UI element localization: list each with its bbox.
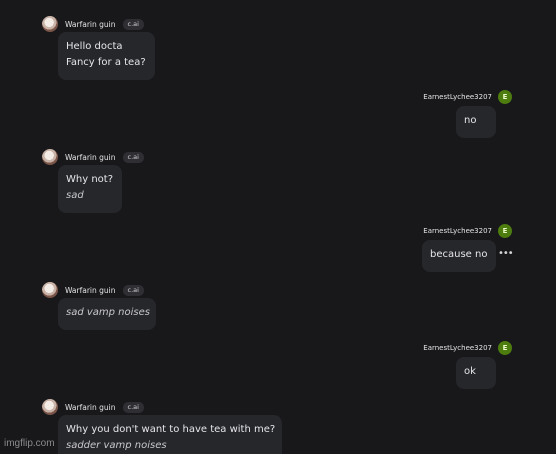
message-text-italic: sad vamp noises bbox=[66, 307, 150, 318]
bot-avatar[interactable] bbox=[42, 282, 58, 298]
bot-name[interactable]: Warfarin guin bbox=[65, 20, 116, 29]
cai-badge: c.ai bbox=[122, 151, 144, 163]
ellipsis-icon[interactable]: ••• bbox=[498, 248, 514, 259]
message-bubble: ok bbox=[456, 357, 496, 389]
bot-message: Warfarin guin c.ai Why not? sad bbox=[42, 149, 242, 215]
user-name[interactable]: EarnestLychee3207 bbox=[423, 227, 492, 235]
message-bubble: because no bbox=[422, 240, 496, 272]
message-text-italic: sadder vamp noises bbox=[66, 440, 167, 451]
user-message: EarnestLychee3207 E because no ••• bbox=[350, 224, 514, 274]
message-header: Warfarin guin c.ai bbox=[42, 16, 144, 32]
message-header: Warfarin guin c.ai bbox=[42, 282, 144, 298]
message-text: ok bbox=[464, 366, 476, 377]
cai-badge: c.ai bbox=[122, 284, 144, 296]
bot-avatar[interactable] bbox=[42, 149, 58, 165]
cai-badge: c.ai bbox=[122, 18, 144, 30]
message-text: Why you don't want to have tea with me? bbox=[66, 424, 276, 435]
user-name[interactable]: EarnestLychee3207 bbox=[423, 344, 492, 352]
message-text: Why not? bbox=[66, 174, 114, 185]
bot-name[interactable]: Warfarin guin bbox=[65, 286, 116, 295]
message-header: EarnestLychee3207 E bbox=[423, 90, 512, 104]
cai-badge: c.ai bbox=[122, 401, 144, 413]
message-bubble: sad vamp noises bbox=[58, 298, 156, 330]
user-avatar[interactable]: E bbox=[498, 341, 512, 355]
message-header: EarnestLychee3207 E bbox=[423, 341, 512, 355]
message-text: no bbox=[464, 115, 477, 126]
user-message: EarnestLychee3207 E ok bbox=[350, 341, 512, 391]
bot-avatar[interactable] bbox=[42, 16, 58, 32]
user-name[interactable]: EarnestLychee3207 bbox=[423, 93, 492, 101]
bot-message: Warfarin guin c.ai Hello docta Fancy for… bbox=[42, 16, 242, 82]
bot-name[interactable]: Warfarin guin bbox=[65, 153, 116, 162]
message-text: Fancy for a tea? bbox=[66, 57, 146, 68]
user-message: EarnestLychee3207 E no bbox=[350, 90, 512, 140]
message-bubble: Why not? sad bbox=[58, 165, 122, 213]
bot-message: Warfarin guin c.ai sad vamp noises bbox=[42, 282, 242, 332]
message-header: Warfarin guin c.ai bbox=[42, 399, 144, 415]
user-avatar[interactable]: E bbox=[498, 224, 512, 238]
message-header: Warfarin guin c.ai bbox=[42, 149, 144, 165]
message-bubble: Why you don't want to have tea with me? … bbox=[58, 415, 282, 454]
chat-window: Warfarin guin c.ai Hello docta Fancy for… bbox=[0, 0, 556, 454]
message-bubble: Hello docta Fancy for a tea? bbox=[58, 32, 155, 80]
bot-avatar[interactable] bbox=[42, 399, 58, 415]
user-avatar[interactable]: E bbox=[498, 90, 512, 104]
bot-message: Warfarin guin c.ai Why you don't want to… bbox=[42, 399, 292, 454]
watermark: imgflip.com bbox=[4, 438, 55, 449]
message-text: Hello docta bbox=[66, 41, 123, 52]
message-bubble: no bbox=[456, 106, 496, 138]
bot-name[interactable]: Warfarin guin bbox=[65, 403, 116, 412]
message-text: because no bbox=[430, 249, 488, 260]
message-header: EarnestLychee3207 E bbox=[423, 224, 512, 238]
message-text-italic: sad bbox=[66, 190, 84, 201]
